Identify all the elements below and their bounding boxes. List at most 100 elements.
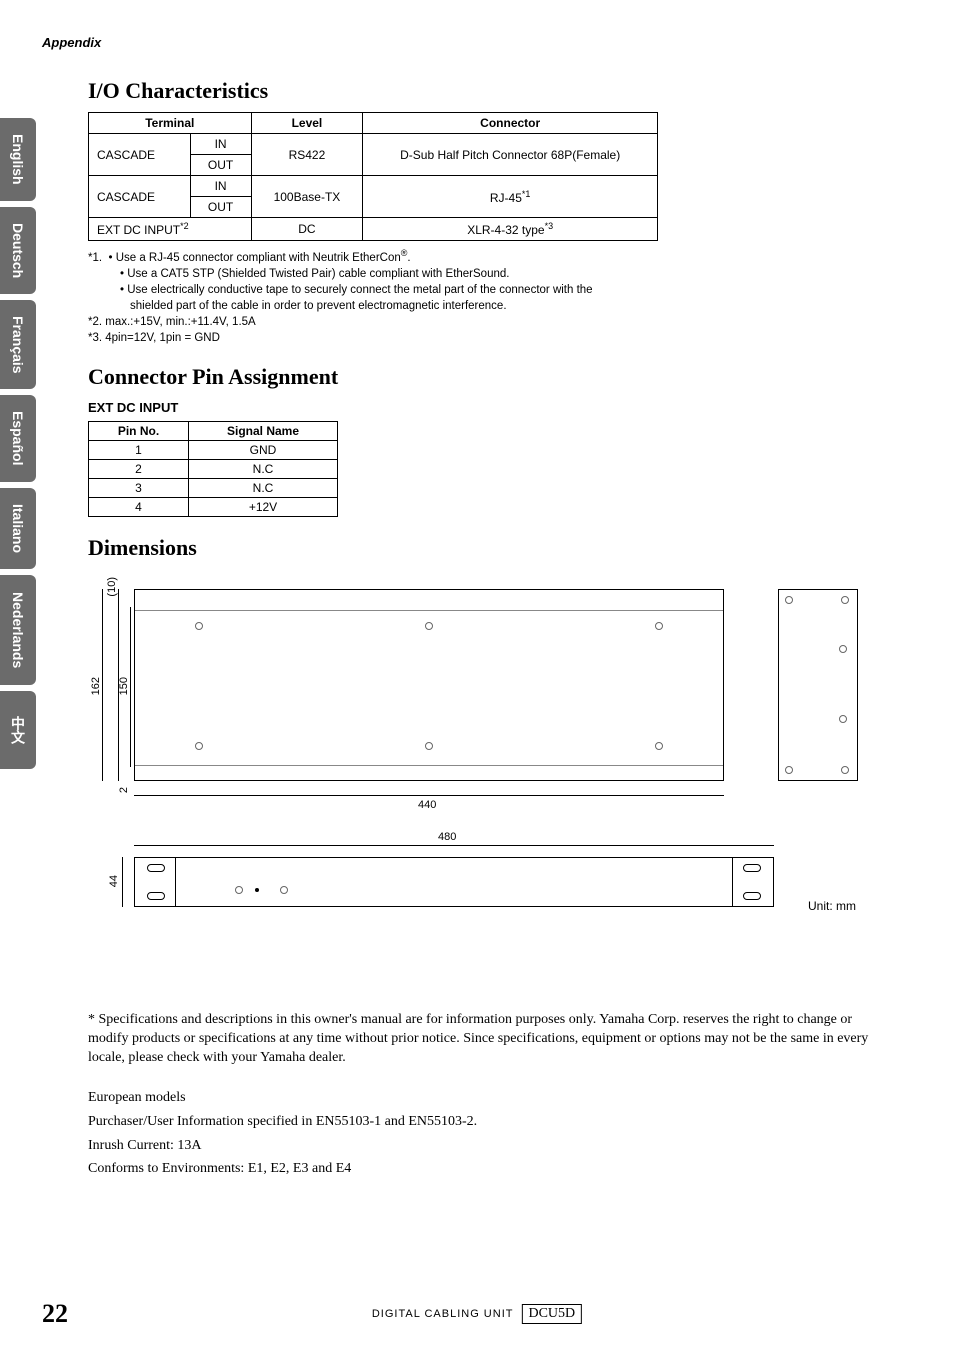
screw-icon: [655, 742, 663, 750]
tab-chinese[interactable]: 中文: [0, 691, 36, 769]
tab-francais[interactable]: Français: [0, 300, 36, 390]
th-signal: Signal Name: [189, 422, 338, 441]
note-text: • Use a CAT5 STP (Shielded Twisted Pair)…: [88, 266, 868, 282]
td-connector: RJ-45*1: [363, 176, 658, 218]
note-text: • Use electrically conductive tape to se…: [88, 282, 868, 298]
screw-icon: [235, 886, 243, 894]
dim-line: [130, 607, 131, 767]
note-text: shielded part of the cable in order to p…: [88, 298, 868, 314]
panel-line: [175, 858, 176, 906]
screw-icon: [841, 766, 849, 774]
footer-center: DIGITAL CABLING UNIT DCU5D: [372, 1304, 582, 1324]
dim-line: [122, 857, 123, 907]
dim-line: [134, 845, 774, 846]
connector-value: XLR-4-32 type: [467, 223, 544, 237]
dot-icon: [255, 888, 259, 892]
dimensions-heading: Dimensions: [88, 535, 908, 561]
screw-icon: [839, 715, 847, 723]
tab-deutsch[interactable]: Deutsch: [0, 207, 36, 294]
td-pin: 4: [89, 498, 189, 517]
screw-icon: [195, 622, 203, 630]
sup-ref: *1: [522, 189, 531, 199]
th-pin: Pin No.: [89, 422, 189, 441]
td-signal: GND: [189, 441, 338, 460]
td-signal: N.C: [189, 460, 338, 479]
connector-value: RJ-45: [490, 191, 522, 205]
io-table: Terminal Level Connector CASCADE IN RS42…: [88, 112, 658, 241]
tab-nederlands[interactable]: Nederlands: [0, 575, 36, 685]
table-header-row: Pin No. Signal Name: [89, 422, 338, 441]
table-row: CASCADE IN 100Base-TX RJ-45*1: [89, 176, 658, 197]
sup-ref: *3: [545, 221, 554, 231]
td-sub: IN: [190, 134, 251, 155]
dimensions-figure: (10) 162 150 2 440 480 44 Unit: mm: [88, 577, 868, 987]
screw-icon: [841, 596, 849, 604]
table-row: 3N.C: [89, 479, 338, 498]
note-text-end: .: [407, 252, 410, 264]
note-lead: *1.: [88, 252, 102, 264]
io-characteristics-heading: I/O Characteristics: [88, 78, 908, 104]
panel-line: [732, 858, 733, 906]
terminal-value: EXT DC INPUT: [97, 223, 180, 237]
td-sub: OUT: [190, 197, 251, 218]
language-tabs: English Deutsch Français Español Italian…: [0, 118, 36, 775]
rack-hole-icon: [743, 892, 761, 900]
side-view-outline: [778, 589, 858, 781]
td-terminal: CASCADE: [89, 176, 191, 218]
td-terminal: CASCADE: [89, 134, 191, 176]
screw-icon: [839, 645, 847, 653]
dim-line: [102, 589, 103, 781]
rack-hole-icon: [147, 892, 165, 900]
td-level: RS422: [251, 134, 363, 176]
td-pin: 2: [89, 460, 189, 479]
page-footer: 22 DIGITAL CABLING UNIT DCU5D: [0, 1299, 954, 1329]
dim-480: 480: [438, 831, 456, 843]
th-connector: Connector: [363, 113, 658, 134]
sup-ref: *2: [180, 221, 189, 231]
td-signal: N.C: [189, 479, 338, 498]
euro-line: Inrush Current: 13A: [88, 1134, 908, 1158]
disclaimer-text: * Specifications and descriptions in thi…: [88, 1011, 888, 1068]
connector-pin-heading: Connector Pin Assignment: [88, 364, 908, 390]
dim-440: 440: [418, 799, 436, 811]
euro-line: Conforms to Environments: E1, E2, E3 and…: [88, 1157, 908, 1181]
note-text: • Use a RJ-45 connector compliant with N…: [108, 252, 400, 264]
screw-icon: [195, 742, 203, 750]
td-signal: +12V: [189, 498, 338, 517]
tab-english[interactable]: English: [0, 118, 36, 201]
td-pin: 1: [89, 441, 189, 460]
td-connector: D-Sub Half Pitch Connector 68P(Female): [363, 134, 658, 176]
footnote-1: *1. • Use a RJ-45 connector compliant wi…: [88, 247, 868, 266]
td-terminal: EXT DC INPUT*2: [89, 218, 252, 241]
td-sub: OUT: [190, 155, 251, 176]
top-view-outline: [134, 589, 724, 781]
euro-title: European models: [88, 1086, 908, 1110]
td-sub: IN: [190, 176, 251, 197]
footer-product-type: DIGITAL CABLING UNIT: [372, 1308, 514, 1320]
panel-line: [135, 610, 723, 611]
rack-hole-icon: [147, 864, 165, 872]
euro-line: Purchaser/User Information specified in …: [88, 1110, 908, 1134]
td-connector: XLR-4-32 type*3: [363, 218, 658, 241]
screw-icon: [280, 886, 288, 894]
screw-icon: [425, 742, 433, 750]
tab-espanol[interactable]: Español: [0, 395, 36, 481]
header-appendix: Appendix: [42, 35, 101, 50]
table-row: 4+12V: [89, 498, 338, 517]
table-row: CASCADE IN RS422 D-Sub Half Pitch Connec…: [89, 134, 658, 155]
table-row: 2N.C: [89, 460, 338, 479]
unit-label: Unit: mm: [808, 899, 856, 913]
tab-italiano[interactable]: Italiano: [0, 488, 36, 569]
screw-icon: [425, 622, 433, 630]
dim-44: 44: [108, 875, 120, 887]
td-level: DC: [251, 218, 363, 241]
rack-hole-icon: [743, 864, 761, 872]
th-level: Level: [251, 113, 363, 134]
dim-10: (10): [106, 577, 118, 597]
front-view-outline: [134, 857, 774, 907]
dim-line: [134, 795, 724, 796]
dim-2: 2: [118, 787, 130, 793]
product-name-box: DCU5D: [521, 1304, 582, 1324]
td-level: 100Base-TX: [251, 176, 363, 218]
table-row: 1GND: [89, 441, 338, 460]
